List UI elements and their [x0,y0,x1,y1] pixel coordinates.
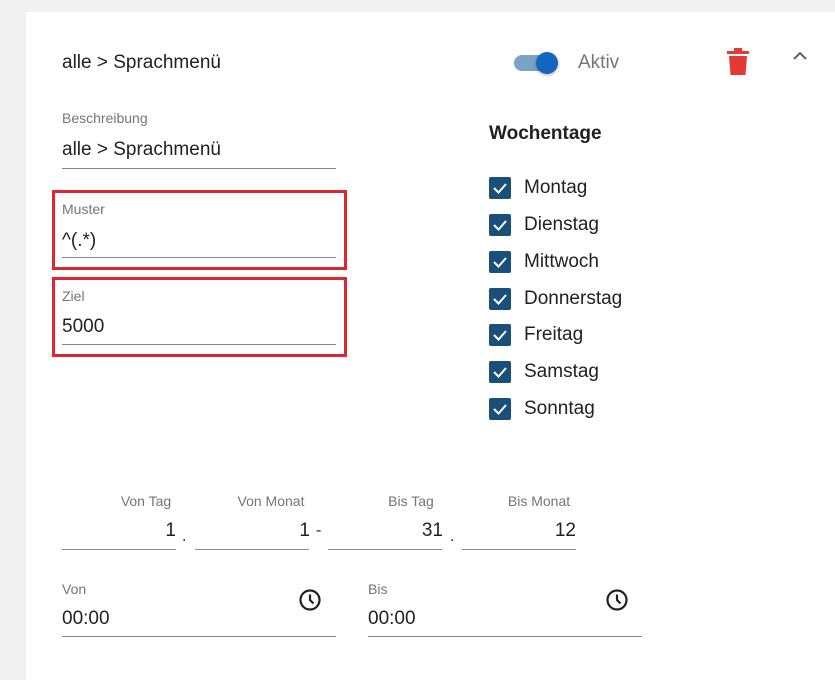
checkbox-dienstag[interactable] [489,214,511,236]
bis-time-underline [368,636,642,637]
day-montag[interactable]: Montag [489,175,587,201]
checkbox-montag[interactable] [489,177,511,199]
bis-tag-label: Bis Tag [388,493,434,509]
von-clock-button[interactable] [298,588,322,612]
von-monat-underline [195,549,309,550]
ziel-field[interactable]: 5000 [62,316,104,338]
check-icon [493,367,507,378]
day-freitag[interactable]: Freitag [489,322,583,348]
day-sonntag[interactable]: Sonntag [489,396,595,422]
von-tag-label: Von Tag [120,493,172,509]
checkbox-sonntag[interactable] [489,398,511,420]
trash-icon [727,48,749,75]
bis-tag-underline [328,549,442,550]
date-separator: . [182,528,187,545]
date-separator: - [316,522,322,539]
muster-underline [62,257,336,258]
beschreibung-underline [62,168,336,169]
bis-clock-button[interactable] [605,588,629,612]
von-time-field[interactable]: 00:00 [62,608,110,630]
check-icon [493,404,507,415]
clock-icon [606,589,628,611]
bis-monat-field[interactable]: 12 [462,520,576,542]
beschreibung-label: Beschreibung [62,110,148,126]
day-label: Donnerstag [524,288,623,309]
clock-icon [299,589,321,611]
day-label: Dienstag [524,214,599,235]
active-toggle[interactable] [514,52,562,74]
day-label: Mittwoch [524,251,599,272]
checkbox-donnerstag[interactable] [489,288,511,310]
von-tag-field[interactable]: 1 [62,520,176,542]
wochentage-title: Wochentage [489,123,602,144]
day-dienstag[interactable]: Dienstag [489,212,599,238]
date-separator: . [450,528,455,545]
muster-field[interactable]: ^(.*) [62,230,96,252]
day-samstag[interactable]: Samstag [489,359,599,385]
day-donnerstag[interactable]: Donnerstag [489,286,622,312]
rule-title: alle > Sprachmenü [62,52,221,73]
von-time-label: Von [62,581,87,597]
chevron-up-icon [793,51,807,60]
von-monat-field[interactable]: 1 [195,520,310,542]
toggle-label: Aktiv [578,52,620,73]
bis-monat-underline [462,549,576,550]
bis-monat-label: Bis Monat [507,493,571,509]
von-tag-underline [62,549,176,550]
rule-card: alle > Sprachmenü Aktiv Beschreibung all… [26,12,835,680]
muster-label: Muster [62,201,105,217]
delete-button[interactable] [726,46,750,76]
ziel-label: Ziel [62,288,85,304]
collapse-button[interactable] [790,46,810,66]
checkbox-samstag[interactable] [489,361,511,383]
day-mittwoch[interactable]: Mittwoch [489,249,599,275]
beschreibung-field[interactable]: alle > Sprachmenü [62,139,221,161]
day-label: Sonntag [524,398,595,419]
toggle-thumb [536,52,558,74]
day-label: Montag [524,177,588,198]
check-icon [493,294,507,305]
day-label: Freitag [524,324,584,345]
check-icon [493,330,507,341]
check-icon [493,257,507,268]
von-monat-label: Von Monat [237,493,305,509]
bis-tag-field[interactable]: 31 [328,520,443,542]
bis-time-field[interactable]: 00:00 [368,608,416,630]
check-icon [493,220,507,231]
check-icon [493,183,507,194]
checkbox-freitag[interactable] [489,324,511,346]
day-label: Samstag [524,361,599,382]
von-time-underline [62,636,336,637]
bis-time-label: Bis [368,581,388,597]
ziel-underline [62,344,336,345]
checkbox-mittwoch[interactable] [489,251,511,273]
